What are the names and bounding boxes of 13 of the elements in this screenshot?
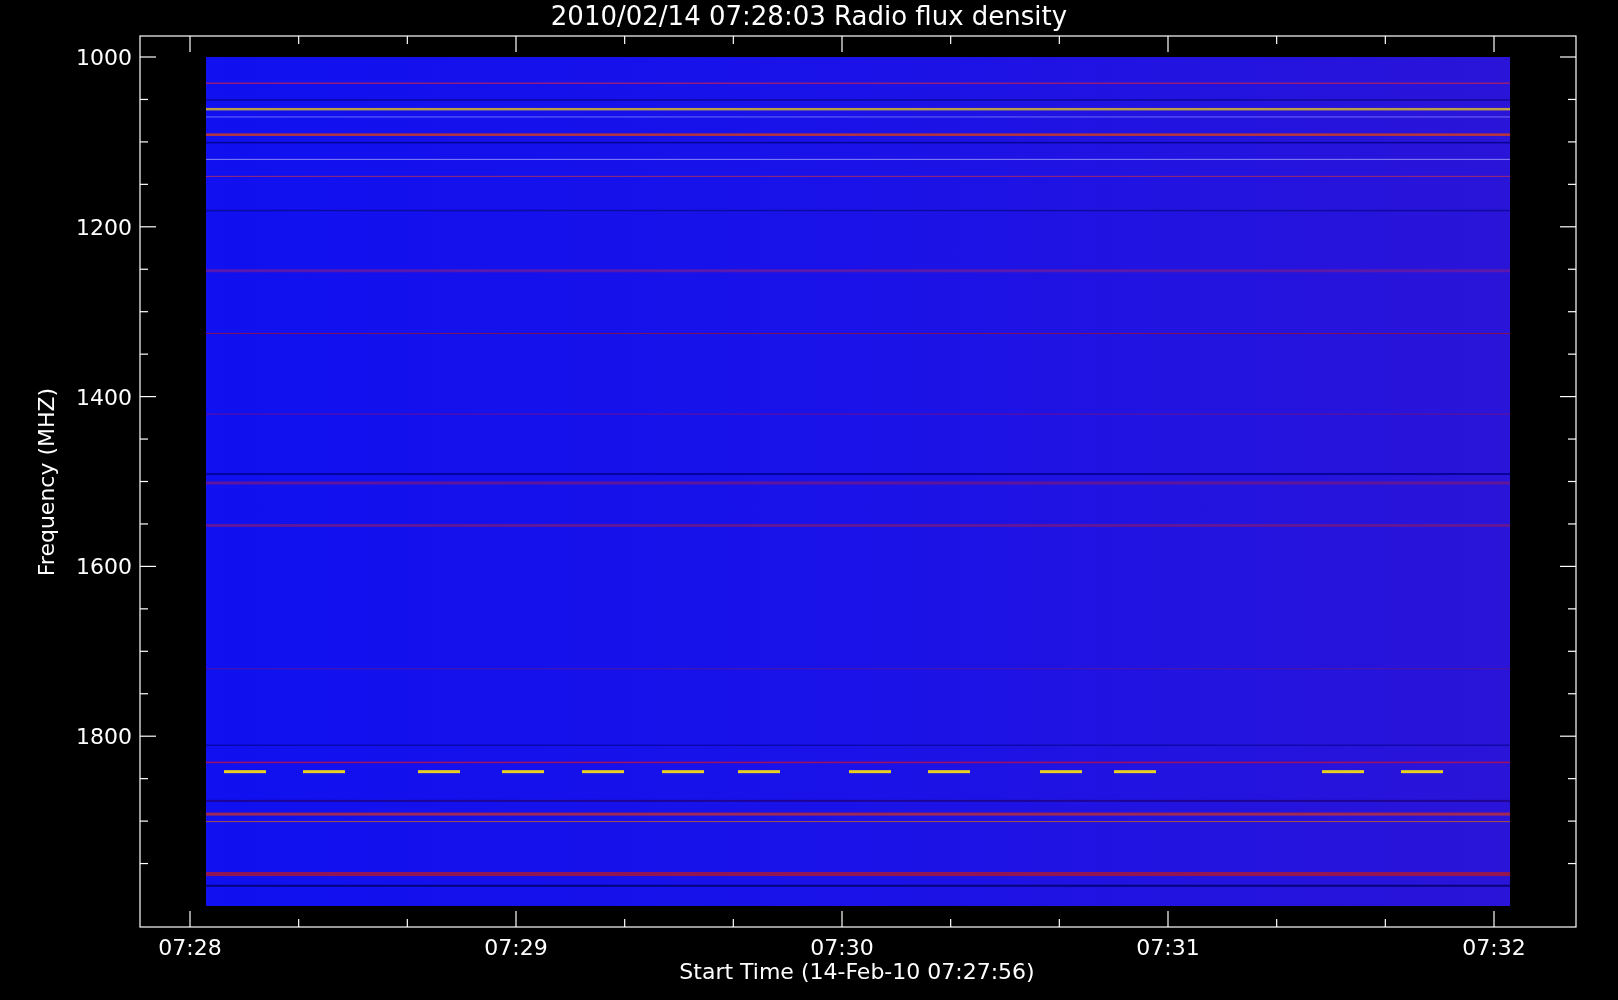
y-tick-label: 1600: [76, 554, 132, 580]
y-axis-label: Frequency (MHZ): [34, 387, 59, 577]
x-tick-label: 07:28: [158, 935, 222, 960]
x-tick-label: 07:29: [484, 935, 548, 960]
y-tick-label: 1200: [76, 214, 132, 240]
y-tick-label: 1800: [76, 724, 132, 750]
x-tick-label: 07:32: [1462, 935, 1526, 960]
x-tick-label: 07:31: [1136, 935, 1200, 960]
x-tick-label: 07:30: [810, 935, 874, 960]
y-tick-label: 1000: [76, 45, 132, 70]
x-axis-label: Start Time (14-Feb-10 07:27:56): [679, 959, 1035, 984]
plot-title: 2010/02/14 07:28:03 Radio flux density: [550, 1, 1068, 31]
y-tick-label: 1400: [76, 384, 132, 410]
